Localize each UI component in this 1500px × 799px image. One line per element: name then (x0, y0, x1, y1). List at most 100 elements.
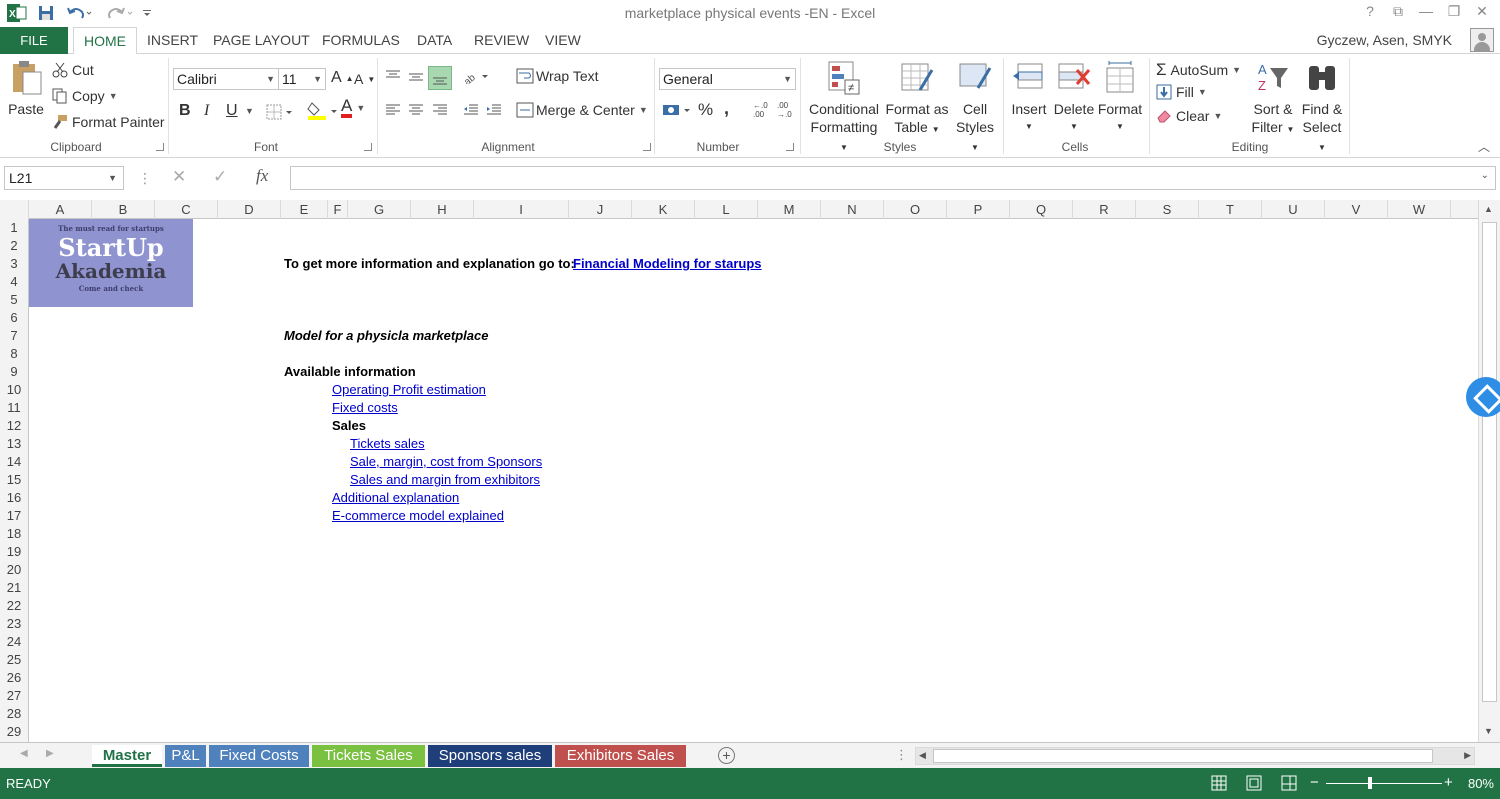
column-header[interactable]: B (92, 200, 155, 219)
restore-button[interactable]: ❐ (1441, 3, 1467, 23)
font-size-select[interactable]: 11 ▼ (278, 68, 326, 90)
operating-profit-link[interactable]: Operating Profit estimation (332, 381, 486, 399)
formula-bar-more-icon[interactable]: ⋮ (138, 170, 152, 187)
align-bottom-icon[interactable] (428, 66, 452, 90)
column-header[interactable]: Q (1010, 200, 1073, 219)
row-header[interactable]: 20 (0, 561, 28, 579)
vertical-scrollbar[interactable]: ▲ ▼ (1478, 200, 1500, 742)
minimize-button[interactable]: — (1413, 3, 1439, 23)
column-header[interactable]: K (632, 200, 695, 219)
row-header[interactable]: 16 (0, 489, 28, 507)
column-header[interactable]: A (29, 200, 92, 219)
merge-center-button[interactable]: Merge & Center ▼ (516, 102, 648, 118)
horizontal-scrollbar[interactable]: ◀ ▶ (915, 747, 1475, 765)
sheet-tab[interactable]: Fixed Costs (209, 745, 309, 767)
scroll-up-icon[interactable]: ▲ (1484, 204, 1493, 214)
tab-formulas[interactable]: FORMULAS (322, 27, 400, 54)
row-header[interactable]: 23 (0, 615, 28, 633)
ecommerce-link[interactable]: E-commerce model explained (332, 507, 504, 525)
decrease-decimal-icon[interactable]: .00 →.0 (776, 100, 796, 120)
formula-input[interactable]: ⌄ (290, 166, 1496, 190)
column-header[interactable]: I (474, 200, 569, 219)
font-name-select[interactable]: Calibri ▼ (173, 68, 279, 90)
tickets-sales-link[interactable]: Tickets sales (350, 435, 425, 453)
tab-page-layout[interactable]: PAGE LAYOUT (213, 27, 310, 54)
dialog-launcher-icon[interactable] (156, 143, 164, 151)
row-header[interactable]: 10 (0, 381, 28, 399)
accounting-format-icon[interactable] (662, 102, 692, 118)
row-header[interactable]: 28 (0, 705, 28, 723)
sponsors-link[interactable]: Sale, margin, cost from Sponsors (350, 453, 542, 471)
row-header[interactable]: 11 (0, 399, 28, 417)
zoom-out-icon[interactable]: − (1310, 774, 1319, 791)
sheet-tab[interactable]: Tickets Sales (312, 745, 425, 767)
row-header[interactable]: 17 (0, 507, 28, 525)
sort-filter-button[interactable]: AZ Sort & Filter ▼ (1250, 60, 1296, 139)
row-header[interactable]: 12 (0, 417, 28, 435)
format-as-table-button[interactable]: Format as Table ▼ (884, 60, 950, 139)
borders-icon[interactable] (266, 104, 294, 120)
row-header[interactable]: 13 (0, 435, 28, 453)
scroll-left-icon[interactable]: ◀ (919, 750, 926, 761)
column-header[interactable]: L (695, 200, 758, 219)
page-break-view-icon[interactable] (1281, 775, 1297, 794)
column-header[interactable]: S (1136, 200, 1199, 219)
horizontal-scroll-thumb[interactable] (933, 749, 1433, 763)
select-all-corner[interactable] (0, 200, 29, 219)
column-header[interactable]: U (1262, 200, 1325, 219)
dropbox-icon[interactable] (1466, 377, 1500, 417)
percent-style-button[interactable]: % (698, 100, 713, 120)
column-header[interactable]: J (569, 200, 632, 219)
row-header[interactable]: 9 (0, 363, 28, 381)
normal-view-icon[interactable] (1211, 775, 1227, 794)
comma-style-button[interactable]: , (724, 98, 729, 119)
column-header[interactable]: D (218, 200, 281, 219)
row-header[interactable]: 19 (0, 543, 28, 561)
scroll-down-icon[interactable]: ▼ (1484, 726, 1493, 736)
column-header[interactable]: W (1388, 200, 1451, 219)
cut-button[interactable]: Cut (52, 62, 94, 78)
autosum-button[interactable]: Σ AutoSum ▼ (1156, 60, 1241, 80)
italic-button[interactable]: I (204, 102, 209, 120)
avatar[interactable] (1470, 28, 1494, 52)
additional-explanation-link[interactable]: Additional explanation (332, 489, 459, 507)
decrease-indent-icon[interactable] (462, 102, 480, 118)
copy-button[interactable]: Copy ▼ (52, 88, 118, 104)
row-header[interactable]: 25 (0, 651, 28, 669)
column-header[interactable]: H (411, 200, 474, 219)
align-left-icon[interactable] (384, 102, 402, 118)
sheet-tab[interactable]: Master (92, 745, 162, 767)
row-header[interactable]: 2 (0, 237, 28, 255)
align-middle-icon[interactable] (407, 68, 425, 84)
cancel-icon[interactable]: ✕ (172, 167, 186, 187)
format-painter-button[interactable]: Format Painter (52, 114, 165, 130)
delete-cells-button[interactable]: Delete ▼ (1052, 60, 1096, 136)
row-header[interactable]: 15 (0, 471, 28, 489)
zoom-level[interactable]: 80% (1468, 776, 1494, 791)
find-select-button[interactable]: Find & Select ▼ (1298, 60, 1346, 157)
page-layout-view-icon[interactable] (1246, 775, 1262, 794)
worksheet-grid[interactable]: ABCDEFGHIJKLMNOPQRSTUVW 1 2 3 4 5 6 7 8 9 10 11 12 1… (0, 200, 1478, 742)
clear-button[interactable]: Clear ▼ (1156, 108, 1222, 124)
dialog-launcher-icon[interactable] (643, 143, 651, 151)
vertical-scroll-thumb[interactable] (1482, 222, 1497, 702)
column-header[interactable]: V (1325, 200, 1388, 219)
fill-color-icon[interactable] (306, 101, 340, 121)
user-name[interactable]: Gyczew, Asen, SMYK (1317, 27, 1452, 54)
row-header[interactable]: 5 (0, 291, 28, 309)
tab-review[interactable]: REVIEW (474, 27, 529, 54)
expand-formula-bar-icon[interactable]: ⌄ (1481, 170, 1489, 181)
sheet-tab[interactable]: P&L (165, 745, 206, 767)
row-header[interactable]: 24 (0, 633, 28, 651)
dialog-launcher-icon[interactable] (364, 143, 372, 151)
help-button[interactable]: ? (1357, 3, 1383, 23)
enter-icon[interactable]: ✓ (213, 167, 227, 187)
scroll-tabs-left-icon[interactable]: ◀ (20, 748, 28, 759)
column-header[interactable]: N (821, 200, 884, 219)
zoom-slider[interactable] (1326, 777, 1442, 789)
tab-data[interactable]: DATA (417, 27, 452, 54)
insert-function-button[interactable]: fx (256, 166, 268, 186)
row-header[interactable]: 26 (0, 669, 28, 687)
row-header[interactable]: 29 (0, 723, 28, 741)
scroll-right-icon[interactable]: ▶ (1464, 750, 1471, 761)
